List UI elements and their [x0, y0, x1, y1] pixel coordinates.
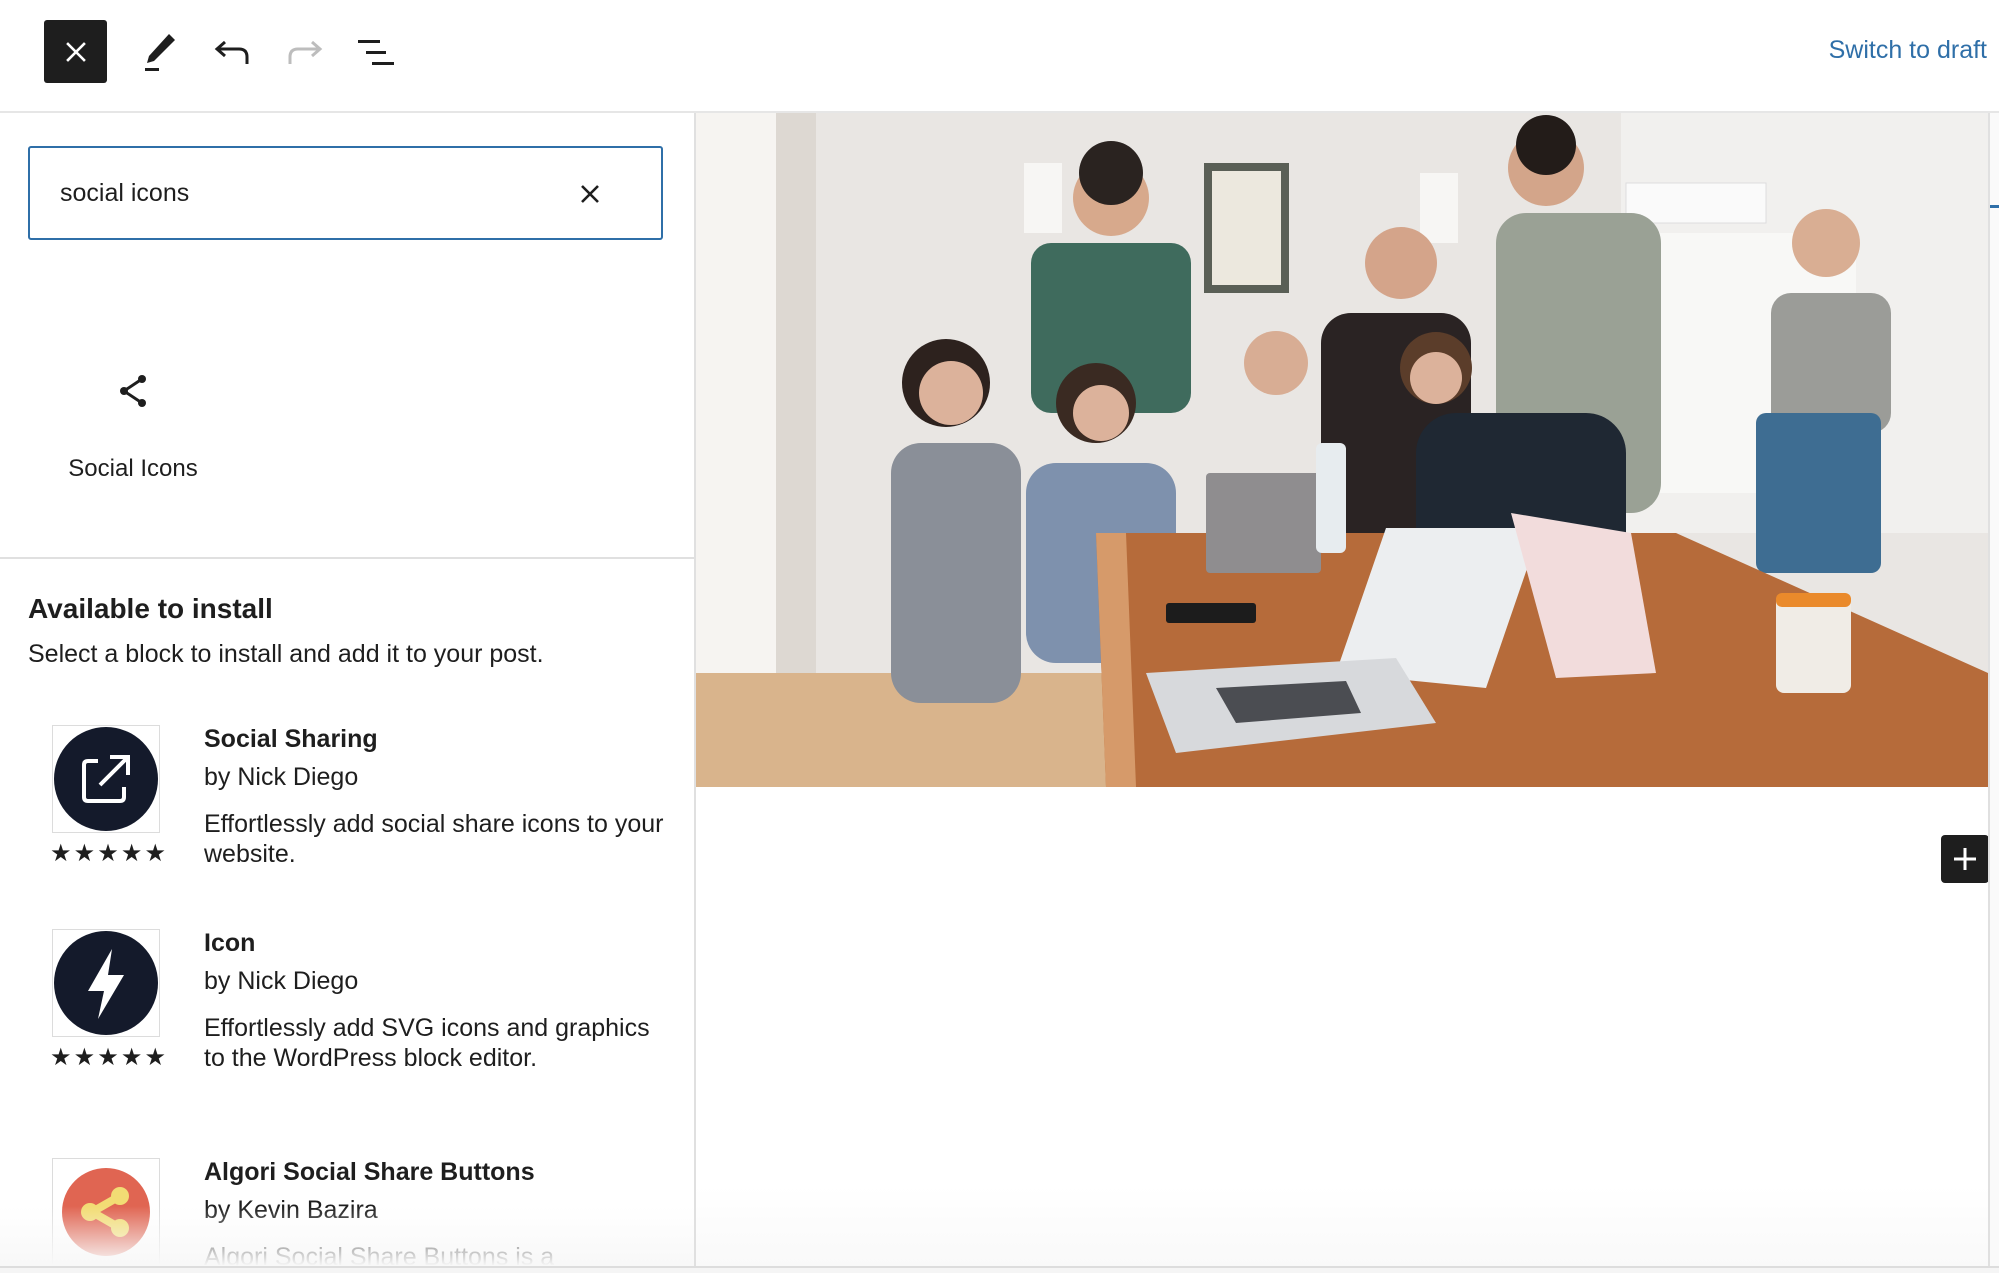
canvas-scrollbar[interactable]	[1988, 113, 1999, 1266]
plugin-description: Effortlessly add SVG icons and graphics …	[204, 1014, 650, 1072]
scroll-indicator	[1990, 205, 1999, 208]
plugin-icon	[52, 725, 160, 833]
list-view-icon	[358, 40, 394, 65]
plugin-icon	[52, 1158, 160, 1266]
star-icon: ★	[73, 840, 96, 867]
plugin-name: Algori Social Share Buttons	[204, 1158, 535, 1186]
plugin-name: Icon	[204, 929, 256, 957]
block-result-label: Social Icons	[68, 455, 198, 482]
lightning-icon	[54, 931, 158, 1035]
editor-canvas	[696, 113, 1999, 1266]
rating-stars: ★ ★ ★ ★ ★	[50, 1046, 166, 1070]
close-inserter-button[interactable]	[44, 20, 107, 83]
image-block[interactable]	[696, 113, 1988, 787]
close-icon	[65, 41, 86, 62]
share-icon	[120, 375, 146, 407]
block-inserter-panel: Social Icons Available to install Select…	[0, 113, 696, 1266]
plugin-description: Algori Social Share Buttons is a	[204, 1243, 555, 1266]
tools-button[interactable]	[135, 28, 183, 76]
plugin-description: Effortlessly add social share icons to y…	[204, 810, 664, 868]
star-icon: ★	[97, 840, 119, 867]
switch-to-draft-button[interactable]: Switch to draft	[1829, 36, 1987, 65]
undo-icon	[214, 40, 249, 64]
list-view-button[interactable]	[352, 28, 400, 76]
rating-stars: ★ ★ ★ ★ ★	[50, 842, 166, 866]
star-icon: ★	[144, 1044, 166, 1071]
plugin-author: by Nick Diego	[204, 763, 359, 791]
editor-header: Switch to draft	[0, 0, 1999, 113]
redo-icon	[288, 40, 323, 64]
star-icon: ★	[144, 840, 166, 867]
plus-icon	[1954, 848, 1976, 870]
star-icon: ★	[97, 1044, 119, 1071]
add-block-button[interactable]	[1941, 835, 1989, 883]
redo-button[interactable]	[280, 28, 328, 76]
star-icon: ★	[50, 840, 72, 867]
search-field[interactable]	[28, 146, 663, 240]
close-icon	[581, 185, 599, 203]
plugin-author: by Kevin Bazira	[204, 1196, 378, 1224]
undo-button[interactable]	[209, 28, 257, 76]
star-icon: ★	[120, 1044, 143, 1071]
plugin-icon	[52, 929, 160, 1037]
available-to-install-description: Select a block to install and add it to …	[28, 640, 544, 668]
available-to-install-heading: Available to install	[28, 593, 273, 624]
star-icon: ★	[50, 1044, 72, 1071]
plugin-author: by Nick Diego	[204, 967, 359, 995]
share-icon	[62, 1168, 150, 1256]
external-share-icon	[54, 727, 158, 831]
plugin-name: Social Sharing	[204, 725, 378, 753]
pencil-icon	[145, 34, 175, 71]
star-icon: ★	[120, 840, 143, 867]
section-divider	[0, 557, 694, 559]
team-photo	[696, 113, 1988, 787]
bottom-bar	[0, 1266, 1999, 1273]
block-result-social-icons[interactable]: Social Icons	[48, 373, 218, 513]
canvas-fade	[696, 1186, 1988, 1266]
search-input[interactable]	[60, 170, 540, 216]
clear-search-button[interactable]	[574, 178, 606, 210]
star-icon: ★	[73, 1044, 96, 1071]
